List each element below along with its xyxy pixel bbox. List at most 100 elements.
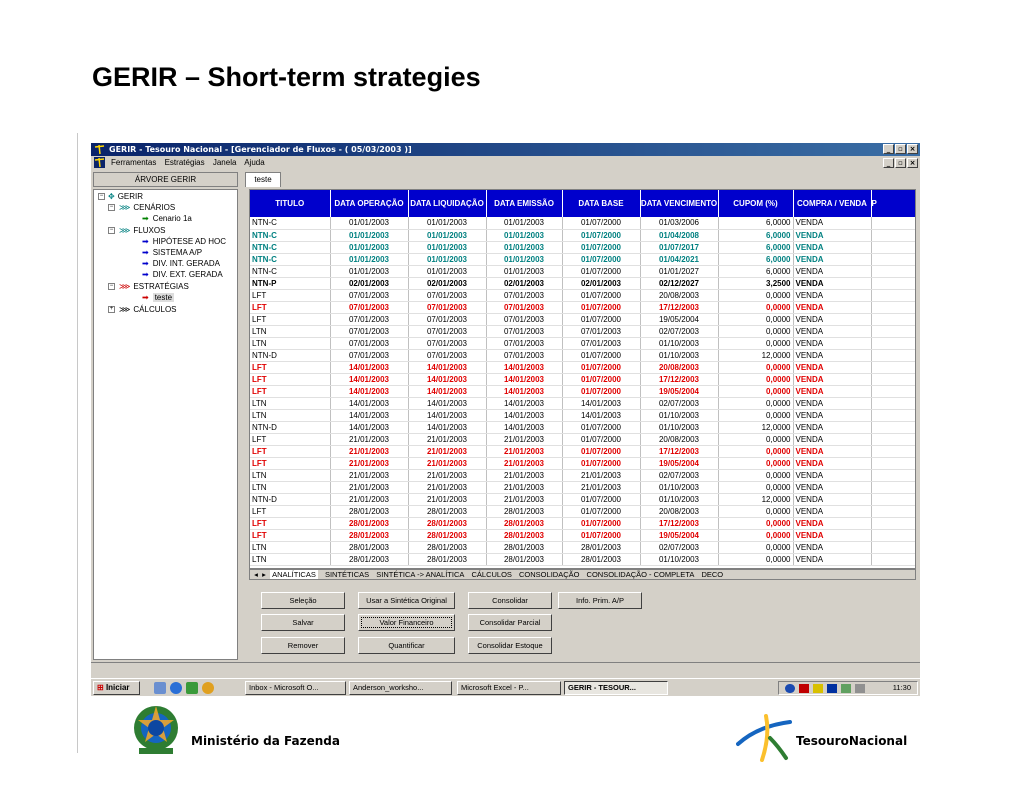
- table-cell[interactable]: 6,0000: [718, 265, 794, 278]
- column-header[interactable]: DATA BASE: [562, 190, 641, 217]
- table-cell[interactable]: 21/01/2003: [486, 457, 563, 470]
- collapse-toggle[interactable]: −: [108, 283, 115, 290]
- table-row[interactable]: LFT 07/01/2003 07/01/2003 07/01/2003 01/07/2…: [250, 289, 915, 302]
- table-cell[interactable]: 02/07/2003: [640, 397, 719, 410]
- table-cell[interactable]: 0,0000: [718, 301, 794, 314]
- start-button[interactable]: ⊞ Iniciar: [93, 681, 140, 695]
- tree-node-hipotese[interactable]: ➡ HIPÓTESE AD HOC: [142, 236, 226, 247]
- table-cell[interactable]: 14/01/2003: [486, 373, 563, 386]
- child-minimize-button[interactable]: _: [883, 158, 894, 168]
- table-cell[interactable]: 14/01/2003: [486, 385, 563, 398]
- table-cell[interactable]: 01/04/2008: [640, 229, 719, 242]
- table-cell[interactable]: VENDA: [793, 361, 872, 374]
- table-cell[interactable]: 02/01/2003: [562, 277, 641, 290]
- table-cell[interactable]: 14/01/2003: [330, 421, 409, 434]
- table-cell[interactable]: 14/01/2003: [408, 397, 487, 410]
- table-cell[interactable]: 14/01/2003: [408, 421, 487, 434]
- table-cell[interactable]: 28/01/2003: [408, 529, 487, 542]
- table-cell[interactable]: 01/01/2003: [486, 217, 563, 230]
- table-cell[interactable]: 0,0000: [718, 361, 794, 374]
- table-cell[interactable]: 21/01/2003: [408, 493, 487, 506]
- table-cell[interactable]: 20/08/2003: [640, 433, 719, 446]
- table-cell[interactable]: [871, 481, 915, 494]
- selecao-button[interactable]: Seleção: [261, 592, 345, 609]
- table-cell[interactable]: 07/01/2003: [408, 289, 487, 302]
- table-cell[interactable]: 01/01/2003: [330, 217, 409, 230]
- table-cell[interactable]: LTN: [250, 481, 331, 494]
- table-cell[interactable]: 07/01/2003: [486, 301, 563, 314]
- table-cell[interactable]: VENDA: [793, 433, 872, 446]
- table-cell[interactable]: VENDA: [793, 301, 872, 314]
- table-cell[interactable]: 07/01/2003: [408, 337, 487, 350]
- table-cell[interactable]: VENDA: [793, 505, 872, 518]
- table-cell[interactable]: 02/07/2003: [640, 325, 719, 338]
- table-cell[interactable]: 0,0000: [718, 325, 794, 338]
- table-cell[interactable]: 19/05/2004: [640, 313, 719, 326]
- table-cell[interactable]: 0,0000: [718, 313, 794, 326]
- internet-explorer-icon[interactable]: [170, 682, 182, 694]
- menu-estrategias[interactable]: Estratégias: [165, 158, 205, 167]
- table-cell[interactable]: [871, 337, 915, 350]
- tree-node-cenarios[interactable]: ⋙ CENÁRIOS: [119, 202, 175, 213]
- table-cell[interactable]: 28/01/2003: [408, 553, 487, 566]
- table-cell[interactable]: 14/01/2003: [486, 397, 563, 410]
- table-row[interactable]: NTN-C 01/01/2003 01/01/2003 01/01/2003 01/07…: [250, 253, 915, 266]
- table-cell[interactable]: LFT: [250, 373, 331, 386]
- consolidar-parcial-button[interactable]: Consolidar Parcial: [468, 614, 552, 631]
- table-row[interactable]: NTN-D 14/01/2003 14/01/2003 14/01/2003 01/07…: [250, 421, 915, 434]
- table-cell[interactable]: VENDA: [793, 541, 872, 554]
- table-cell[interactable]: NTN-C: [250, 217, 331, 230]
- expand-toggle[interactable]: +: [108, 306, 115, 313]
- table-cell[interactable]: VENDA: [793, 265, 872, 278]
- table-row[interactable]: LFT 14/01/2003 14/01/2003 14/01/2003 01/07/2…: [250, 361, 915, 374]
- table-cell[interactable]: 19/05/2004: [640, 529, 719, 542]
- minimize-button[interactable]: _: [883, 144, 894, 154]
- table-cell[interactable]: 02/07/2003: [640, 541, 719, 554]
- table-cell[interactable]: 01/07/2000: [562, 229, 641, 242]
- table-cell[interactable]: 01/07/2000: [562, 385, 641, 398]
- table-row[interactable]: LTN 14/01/2003 14/01/2003 14/01/2003 14/01/2…: [250, 397, 915, 410]
- table-cell[interactable]: 21/01/2003: [330, 433, 409, 446]
- table-cell[interactable]: 28/01/2003: [408, 517, 487, 530]
- table-cell[interactable]: VENDA: [793, 517, 872, 530]
- table-cell[interactable]: [871, 553, 915, 566]
- sheet-tab-analiticas[interactable]: ANALÍTICAS: [270, 570, 318, 579]
- table-row[interactable]: LFT 07/01/2003 07/01/2003 07/01/2003 01/07/2…: [250, 301, 915, 314]
- table-cell[interactable]: 19/05/2004: [640, 457, 719, 470]
- show-desktop-icon[interactable]: [154, 682, 166, 694]
- table-cell[interactable]: VENDA: [793, 469, 872, 482]
- table-cell[interactable]: 0,0000: [718, 541, 794, 554]
- tab-scroll-right-icon[interactable]: ▸: [260, 570, 268, 579]
- table-row[interactable]: LTN 21/01/2003 21/01/2003 21/01/2003 21/01/2…: [250, 469, 915, 482]
- table-cell[interactable]: 01/01/2003: [330, 241, 409, 254]
- table-cell[interactable]: 14/01/2003: [486, 421, 563, 434]
- remover-button[interactable]: Remover: [261, 637, 345, 654]
- table-cell[interactable]: 6,0000: [718, 241, 794, 254]
- table-cell[interactable]: 01/07/2000: [562, 289, 641, 302]
- sheet-tab-sintetica-analitica[interactable]: SINTÉTICA -> ANALÍTICA: [376, 570, 464, 579]
- table-cell[interactable]: [871, 469, 915, 482]
- table-cell[interactable]: 01/10/2003: [640, 337, 719, 350]
- table-cell[interactable]: 0,0000: [718, 289, 794, 302]
- table-cell[interactable]: [871, 265, 915, 278]
- table-cell[interactable]: 01/01/2003: [408, 229, 487, 242]
- table-cell[interactable]: 21/01/2003: [330, 457, 409, 470]
- table-cell[interactable]: [871, 373, 915, 386]
- table-cell[interactable]: 0,0000: [718, 445, 794, 458]
- table-cell[interactable]: 12,0000: [718, 493, 794, 506]
- table-cell[interactable]: [871, 241, 915, 254]
- table-cell[interactable]: 28/01/2003: [330, 517, 409, 530]
- table-cell[interactable]: [871, 541, 915, 554]
- table-cell[interactable]: 14/01/2003: [486, 409, 563, 422]
- app-menu-icon[interactable]: [94, 157, 105, 168]
- table-row[interactable]: NTN-C 01/01/2003 01/01/2003 01/01/2003 01/07…: [250, 241, 915, 254]
- table-row[interactable]: LTN 28/01/2003 28/01/2003 28/01/2003 28/01/2…: [250, 553, 915, 566]
- table-row[interactable]: LTN 21/01/2003 21/01/2003 21/01/2003 21/01/2…: [250, 481, 915, 494]
- table-cell[interactable]: [871, 517, 915, 530]
- table-cell[interactable]: VENDA: [793, 217, 872, 230]
- taskbar-item-gerir[interactable]: GERIR - TESOUR...: [564, 681, 668, 695]
- column-header[interactable]: DATA LIQUIDAÇÃO: [408, 190, 487, 217]
- table-cell[interactable]: LTN: [250, 337, 331, 350]
- table-cell[interactable]: 14/01/2003: [330, 409, 409, 422]
- table-cell[interactable]: 0,0000: [718, 553, 794, 566]
